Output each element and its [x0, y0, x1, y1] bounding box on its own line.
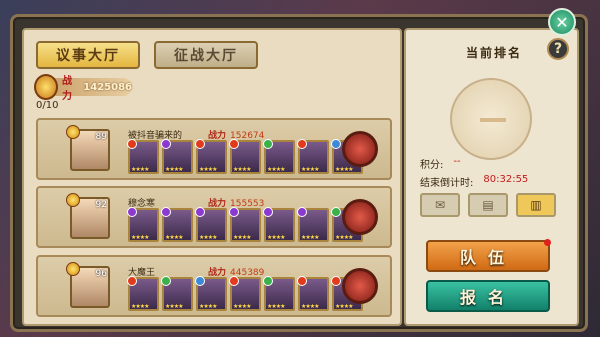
hero-portrait: ★★★★ — [161, 207, 193, 242]
rank-emblem — [450, 78, 532, 160]
hero-portrait: ★★★★ — [297, 276, 329, 311]
slot-count: 0/10 — [36, 100, 59, 111]
hero-portrait: ★★★★ — [229, 139, 261, 174]
grass-element-icon — [263, 139, 273, 149]
list-icon: ▥ — [530, 198, 542, 212]
score-value: -- — [453, 156, 461, 167]
star-rating: ★★★★ — [233, 234, 251, 241]
star-rating: ★★★★ — [199, 303, 217, 310]
poison-element-icon — [127, 207, 137, 217]
mail-button[interactable]: ✉ — [420, 193, 460, 217]
grass-element-icon — [331, 207, 341, 217]
leader-portrait-ring[interactable] — [342, 199, 378, 235]
tab-campaign-hall[interactable]: 征战大厅 — [154, 41, 258, 69]
star-rating: ★★★★ — [199, 166, 217, 173]
poison-element-icon — [195, 207, 205, 217]
score-line: 积分: -- — [420, 156, 461, 171]
hero-portrait: ★★★★ — [297, 207, 329, 242]
notification-dot — [544, 239, 551, 246]
rank-badge-icon — [66, 262, 80, 276]
ranking-list-button[interactable]: ▥ — [516, 193, 556, 217]
star-rating: ★★★★ — [267, 234, 285, 241]
hero-portrait: ★★★★ — [161, 139, 193, 174]
fire-element-icon — [127, 276, 137, 286]
grass-element-icon — [263, 276, 273, 286]
rank-placeholder — [480, 118, 506, 122]
star-rating: ★★★★ — [335, 166, 353, 173]
hero-list: ★★★★ ★★★★ ★★★★ ★★★★ ★★★★ ★★★★ ★★★★ — [127, 207, 363, 242]
hero-portrait: ★★★★ — [195, 276, 227, 311]
star-rating: ★★★★ — [233, 166, 251, 173]
leader-portrait-ring[interactable] — [342, 268, 378, 304]
grass-element-icon — [161, 276, 171, 286]
player-row[interactable]: 89 被抖音骗来的 战力 152674 ★★★★ ★★★★ ★★★★ ★★★★ ★… — [36, 118, 392, 180]
fire-element-icon — [229, 276, 239, 286]
star-rating: ★★★★ — [301, 303, 319, 310]
star-rating: ★★★★ — [165, 234, 183, 241]
hero-portrait: ★★★★ — [195, 207, 227, 242]
poison-element-icon — [297, 207, 307, 217]
score-label: 积分: — [420, 160, 444, 171]
countdown-line: 结束倒计时: 80:32:55 — [420, 174, 528, 189]
hero-list: ★★★★ ★★★★ ★★★★ ★★★★ ★★★★ ★★★★ ★★★★ — [127, 139, 363, 174]
star-rating: ★★★★ — [335, 303, 353, 310]
hero-portrait: ★★★★ — [127, 207, 159, 242]
fire-element-icon — [195, 139, 205, 149]
star-rating: ★★★★ — [335, 234, 353, 241]
hero-portrait: ★★★★ — [297, 139, 329, 174]
fire-element-icon — [297, 276, 307, 286]
fire-element-icon — [297, 139, 307, 149]
countdown-label: 结束倒计时: — [420, 178, 474, 189]
hero-portrait: ★★★★ — [229, 276, 261, 311]
poison-element-icon — [229, 207, 239, 217]
ranking-title: 当前排名 — [465, 46, 522, 60]
rank-badge-icon — [66, 193, 80, 207]
fire-element-icon — [331, 276, 341, 286]
tab-council-hall[interactable]: 议事大厅 — [36, 41, 140, 69]
star-rating: ★★★★ — [131, 303, 149, 310]
player-row[interactable]: 92 穆念寒 战力 155553 ★★★★ ★★★★ ★★★★ ★★★★ ★★★★… — [36, 186, 392, 248]
countdown-value: 80:32:55 — [483, 174, 529, 185]
star-rating: ★★★★ — [301, 234, 319, 241]
hero-portrait: ★★★★ — [195, 139, 227, 174]
player-row[interactable]: 96 大魔王 战力 445389 ★★★★ ★★★★ ★★★★ ★★★★ ★★★★… — [36, 255, 392, 317]
star-rating: ★★★★ — [131, 234, 149, 241]
power-label: 战力 — [62, 76, 72, 102]
star-rating: ★★★★ — [165, 303, 183, 310]
power-medal-icon — [34, 74, 58, 100]
water-element-icon — [331, 139, 341, 149]
star-rating: ★★★★ — [199, 234, 217, 241]
rank-badge-icon — [66, 125, 80, 139]
team-button[interactable]: 队伍 — [426, 239, 551, 272]
star-rating: ★★★★ — [131, 166, 149, 173]
star-rating: ★★★★ — [267, 166, 285, 173]
hero-portrait: ★★★★ — [263, 207, 295, 242]
hero-portrait: ★★★★ — [127, 276, 159, 311]
hero-portrait: ★★★★ — [263, 139, 295, 174]
water-element-icon — [195, 276, 205, 286]
fire-element-icon — [229, 139, 239, 149]
power-value: 1425086 — [83, 81, 132, 93]
help-icon[interactable]: ? — [547, 38, 569, 60]
hero-portrait: ★★★★ — [161, 276, 193, 311]
hero-portrait: ★★★★ — [229, 207, 261, 242]
mail-icon: ✉ — [434, 198, 446, 212]
hero-list: ★★★★ ★★★★ ★★★★ ★★★★ ★★★★ ★★★★ ★★★★ — [127, 276, 363, 311]
close-icon[interactable]: ✕ — [548, 8, 576, 36]
star-rating: ★★★★ — [301, 166, 319, 173]
ranking-panel: 当前排名 ? 积分: -- 结束倒计时: 80:32:55 ✉ ▤ ▥ 队伍 报… — [404, 28, 579, 326]
log-button[interactable]: ▤ — [468, 193, 508, 217]
hero-portrait: ★★★★ — [263, 276, 295, 311]
hero-portrait: ★★★★ — [127, 139, 159, 174]
poison-element-icon — [161, 207, 171, 217]
leader-portrait-ring[interactable] — [342, 131, 378, 167]
star-rating: ★★★★ — [233, 303, 251, 310]
poison-element-icon — [263, 207, 273, 217]
star-rating: ★★★★ — [165, 166, 183, 173]
poison-element-icon — [161, 139, 171, 149]
fire-element-icon — [127, 139, 137, 149]
signup-button[interactable]: 报名 — [426, 280, 550, 312]
star-rating: ★★★★ — [267, 303, 285, 310]
document-icon: ▤ — [482, 198, 494, 212]
